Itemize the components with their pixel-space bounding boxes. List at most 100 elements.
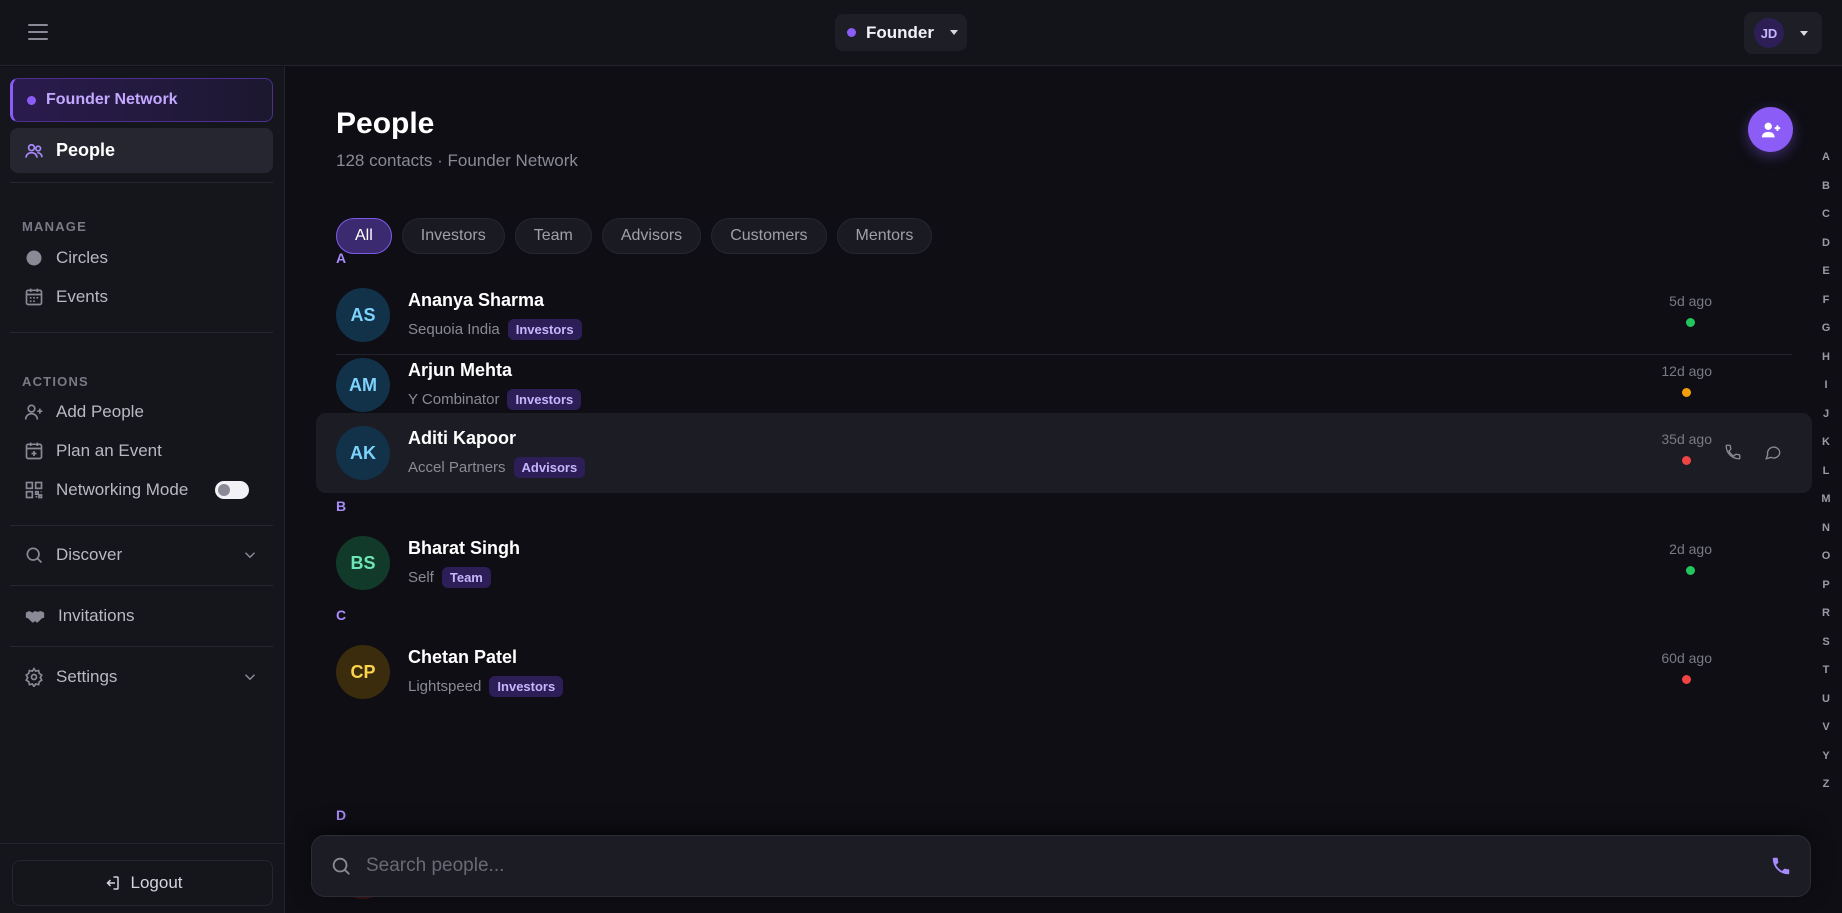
row-actions (1724, 443, 1782, 461)
avatar: BS (336, 536, 390, 590)
last-contact-time: 2d ago (1669, 541, 1712, 557)
sidebar-workspace-label: Founder Network (46, 91, 178, 108)
filter-chip-customers[interactable]: Customers (711, 218, 827, 254)
sidebar-item-plan-event[interactable]: Plan an Event (10, 430, 273, 472)
alphabet-letter[interactable]: T (1816, 663, 1836, 692)
sidebar-item-label: Circles (56, 248, 108, 267)
alphabet-letter[interactable]: M (1816, 492, 1836, 521)
status-dot (1682, 456, 1692, 465)
phone-icon[interactable] (1724, 443, 1742, 461)
workspace-dot (27, 95, 36, 105)
contact-info: Chetan Patel Lightspeed Investors (408, 647, 564, 697)
alphabet-letter[interactable]: Y (1816, 749, 1836, 778)
contact-row[interactable]: BS Bharat Singh Self Team 2d ago (316, 523, 1812, 603)
contact-row[interactable]: AK Aditi Kapoor Accel Partners Advisors … (316, 413, 1812, 493)
alphabet-letter[interactable]: E (1816, 264, 1836, 293)
sidebar-item-label: Invitations (58, 606, 135, 625)
alphabet-letter[interactable]: D (1816, 236, 1836, 265)
workspace-switcher[interactable]: Founder (835, 14, 967, 51)
contact-info: Bharat Singh Self Team (408, 538, 520, 588)
divider (10, 332, 273, 333)
sidebar-item-label: Events (56, 287, 108, 306)
contact-tag: Advisors (513, 457, 586, 478)
sidebar-item-settings[interactable]: Settings (10, 656, 273, 698)
sidebar-item-people[interactable]: People (10, 128, 273, 173)
contact-row[interactable]: AS Ananya Sharma Sequoia India Investors… (316, 275, 1812, 355)
divider (10, 585, 273, 586)
sidebar-item-label: Plan an Event (56, 441, 162, 460)
search-input[interactable] (366, 855, 1756, 877)
status-dot (1686, 566, 1696, 575)
avatar: JD (1754, 18, 1784, 48)
logout-area: Logout (0, 843, 285, 913)
alphabet-letter[interactable]: H (1816, 350, 1836, 379)
contact-company: Y Combinator (408, 391, 500, 408)
filter-chip-advisors[interactable]: Advisors (601, 218, 702, 254)
avatar: AK (336, 426, 390, 480)
add-contact-button[interactable] (1748, 107, 1793, 152)
contact-meta: Accel Partners Advisors (408, 457, 586, 478)
alphabet-letter[interactable]: J (1816, 407, 1836, 436)
filter-chip-mentors[interactable]: Mentors (836, 218, 933, 254)
alphabet-letter[interactable]: G (1816, 321, 1836, 350)
alphabet-letter[interactable]: R (1816, 606, 1836, 635)
alphabet-letter[interactable]: O (1816, 549, 1836, 578)
contact-info: Aditi Kapoor Accel Partners Advisors (408, 428, 586, 478)
avatar: AS (336, 288, 390, 342)
contact-meta: Sequoia India Investors (408, 319, 582, 340)
filter-chip-team[interactable]: Team (514, 218, 592, 254)
phone-icon[interactable] (1770, 855, 1792, 877)
alphabet-letter[interactable]: C (1816, 207, 1836, 236)
workspace-dot (847, 28, 856, 37)
alphabet-letter[interactable]: V (1816, 720, 1836, 749)
alphabet-letter[interactable]: I (1816, 378, 1836, 407)
sidebar-item-label: Discover (56, 545, 123, 564)
contact-name: Bharat Singh (408, 538, 521, 558)
alphabet-letter[interactable]: A (1816, 150, 1836, 179)
alphabet-letter[interactable]: S (1816, 635, 1836, 664)
alphabet-letter[interactable]: U (1816, 692, 1836, 721)
alphabet-letter[interactable]: Z (1816, 777, 1836, 806)
top-bar: Founder JD (0, 0, 1842, 66)
user-menu[interactable]: JD (1744, 12, 1822, 54)
contact-info: Ananya Sharma Sequoia India Investors (408, 290, 582, 340)
alphabet-letter[interactable]: K (1816, 435, 1836, 464)
sidebar-item-discover[interactable]: Discover (10, 534, 273, 576)
alphabet-letter[interactable]: F (1816, 293, 1836, 322)
sidebar-item-add-people[interactable]: Add People (10, 391, 273, 433)
contact-company: Sequoia India (408, 321, 500, 338)
sidebar-item-events[interactable]: Events (10, 276, 273, 318)
sidebar-item-label: Add People (56, 402, 144, 421)
menu-icon[interactable] (28, 24, 48, 40)
alphabet-letter[interactable]: P (1816, 578, 1836, 607)
contact-name: Ananya Sharma (408, 290, 545, 310)
section-title-actions: ACTIONS (22, 374, 89, 389)
alphabet-letter[interactable]: L (1816, 464, 1836, 493)
filter-chip-all[interactable]: All (336, 218, 392, 254)
search-bar (311, 835, 1811, 897)
sidebar-workspace[interactable]: Founder Network (10, 78, 273, 122)
alphabet-letter[interactable]: N (1816, 521, 1836, 550)
divider (10, 525, 273, 526)
contact-meta: Y Combinator Investors (408, 389, 582, 410)
alphabet-index: ABCDEFGHIJKLMNOPRSTUVYZ (1816, 150, 1836, 806)
logout-icon (105, 876, 119, 890)
contact-tag: Team (441, 567, 491, 588)
logout-button[interactable]: Logout (12, 860, 273, 906)
contact-name: Chetan Patel (408, 647, 518, 667)
contact-row[interactable]: CP Chetan Patel Lightspeed Investors 60d… (316, 632, 1812, 712)
networking-mode-toggle[interactable] (215, 481, 249, 499)
divider (10, 646, 273, 647)
divider (10, 182, 273, 183)
status-dot (1686, 318, 1696, 327)
sidebar-item-circles[interactable]: Circles (10, 237, 273, 279)
sidebar-item-invitations[interactable]: Invitations (10, 595, 273, 637)
sidebar-item-networking-mode[interactable]: Networking Mode (10, 469, 273, 511)
alphabet-letter[interactable]: B (1816, 179, 1836, 208)
page-title: People (336, 107, 435, 140)
contact-recency: 12d ago (1661, 363, 1712, 397)
filter-chip-investors[interactable]: Investors (401, 218, 505, 254)
message-icon[interactable] (1764, 443, 1782, 461)
contact-recency: 2d ago (1669, 541, 1712, 575)
sidebar-item-label: Networking Mode (56, 480, 189, 499)
